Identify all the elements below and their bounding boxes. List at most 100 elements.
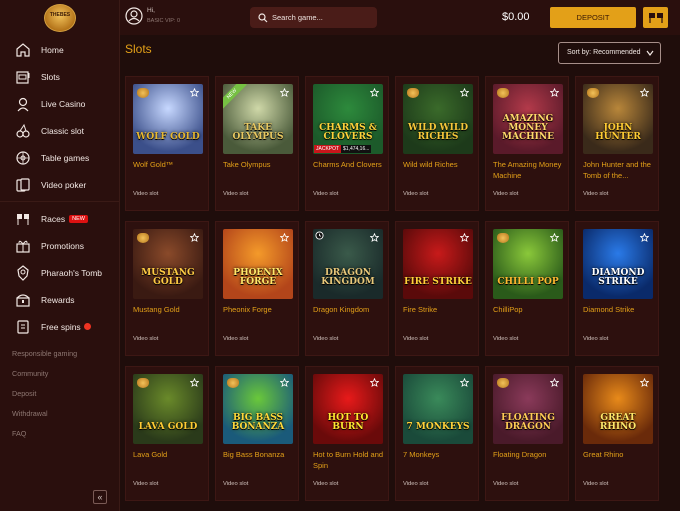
game-thumbnail[interactable]: AMAZING MONEY MACHINE [493, 84, 563, 154]
game-thumbnail[interactable]: TAKE OLYMPUS NEW [223, 84, 293, 154]
nav-item-slots[interactable]: Slots [0, 63, 120, 90]
game-title[interactable]: Floating Dragon [493, 449, 567, 460]
game-thumbnail[interactable]: CHILLI POP [493, 229, 563, 299]
game-thumbnail[interactable]: GREAT RHINO [583, 374, 653, 444]
favorite-star-icon[interactable] [370, 88, 379, 97]
favorite-star-icon[interactable] [190, 233, 199, 242]
user-icon[interactable] [125, 7, 143, 25]
game-title[interactable]: Mustang Gold [133, 304, 207, 315]
game-title[interactable]: Wolf Gold™ [133, 159, 207, 170]
favorite-star-icon[interactable] [640, 378, 649, 387]
game-thumbnail[interactable]: DRAGON KINGDOM [313, 229, 383, 299]
game-card[interactable]: 7 MONKEYS 7 Monkeys Video slot [395, 366, 479, 501]
favorite-star-icon[interactable] [280, 88, 289, 97]
game-title[interactable]: John Hunter and the Tomb of the... [583, 159, 657, 181]
nav-item-races[interactable]: Races NEW [0, 205, 120, 232]
favorite-star-icon[interactable] [640, 88, 649, 97]
game-card[interactable]: TAKE OLYMPUS NEW Take Olympus Video slot [215, 76, 299, 211]
roulette-icon [16, 150, 30, 165]
nav-item-promotions[interactable]: Promotions [0, 232, 120, 259]
game-thumbnail[interactable]: WILD WILD RICHES [403, 84, 473, 154]
link-faq[interactable]: FAQ [12, 426, 77, 446]
favorite-star-icon[interactable] [280, 378, 289, 387]
game-title[interactable]: Big Bass Bonanza [223, 449, 297, 460]
game-thumbnail[interactable]: PHOENIX FORGE [223, 229, 293, 299]
favorite-star-icon[interactable] [460, 88, 469, 97]
search-box[interactable] [250, 7, 377, 28]
nav-item-pharaohs-tomb[interactable]: Pharaoh's Tomb [0, 259, 120, 286]
game-card[interactable]: AMAZING MONEY MACHINE The Amazing Money … [485, 76, 569, 211]
nav-item-video-poker[interactable]: Video poker [0, 171, 120, 198]
link-deposit[interactable]: Deposit [12, 386, 77, 406]
sort-dropdown[interactable]: Sort by: Recommended [558, 42, 661, 64]
game-thumbnail[interactable]: WOLF GOLD [133, 84, 203, 154]
game-card[interactable]: MUSTANG GOLD Mustang Gold Video slot [125, 221, 209, 356]
game-card[interactable]: LAVA GOLD Lava Gold Video slot [125, 366, 209, 501]
game-title[interactable]: Wild wild Riches [403, 159, 477, 170]
game-card[interactable]: JOHN HUNTER John Hunter and the Tomb of … [575, 76, 659, 211]
favorite-star-icon[interactable] [550, 378, 559, 387]
logo[interactable] [44, 4, 76, 32]
link-responsible-gaming[interactable]: Responsible gaming [12, 346, 77, 366]
favorite-star-icon[interactable] [460, 233, 469, 242]
game-thumbnail[interactable]: MUSTANG GOLD [133, 229, 203, 299]
nav-item-live-casino[interactable]: Live Casino [0, 90, 120, 117]
game-thumbnail[interactable]: FLOATING DRAGON [493, 374, 563, 444]
game-card[interactable]: PHOENIX FORGE Pheonix Forge Video slot [215, 221, 299, 356]
game-thumbnail[interactable]: LAVA GOLD [133, 374, 203, 444]
link-community[interactable]: Community [12, 366, 77, 386]
game-thumbnail[interactable]: HOT TO BURN [313, 374, 383, 444]
game-title[interactable]: Pheonix Forge [223, 304, 297, 315]
game-title[interactable]: Dragon Kingdom [313, 304, 387, 315]
nav-item-home[interactable]: Home [0, 36, 120, 63]
game-card[interactable]: CHARMS & CLOVERS JACKPOT $1,474,16... Cha… [305, 76, 389, 211]
favorite-star-icon[interactable] [190, 378, 199, 387]
game-title[interactable]: ChilliPop [493, 304, 567, 315]
game-card[interactable]: DIAMOND STRIKE Diamond Strike Video slot [575, 221, 659, 356]
favorite-star-icon[interactable] [370, 233, 379, 242]
races-button[interactable] [643, 7, 668, 28]
game-title[interactable]: The Amazing Money Machine [493, 159, 567, 181]
search-input[interactable] [272, 13, 372, 22]
game-title[interactable]: Fire Strike [403, 304, 477, 315]
game-title[interactable]: Great Rhino [583, 449, 657, 460]
game-card[interactable]: FIRE STRIKE Fire Strike Video slot [395, 221, 479, 356]
game-card[interactable]: WILD WILD RICHES Wild wild Riches Video … [395, 76, 479, 211]
game-title[interactable]: Take Olympus [223, 159, 297, 170]
game-card[interactable]: FLOATING DRAGON Floating Dragon Video sl… [485, 366, 569, 501]
favorite-star-icon[interactable] [460, 378, 469, 387]
nav-item-table-games[interactable]: Table games [0, 144, 120, 171]
chevron-down-icon [646, 50, 654, 56]
game-title[interactable]: Charms And Clovers [313, 159, 387, 170]
favorite-star-icon[interactable] [280, 233, 289, 242]
game-card[interactable]: DRAGON KINGDOM Dragon Kingdom Video slot [305, 221, 389, 356]
deposit-button[interactable]: DEPOSIT [550, 7, 636, 28]
game-thumbnail[interactable]: DIAMOND STRIKE [583, 229, 653, 299]
nav-item-free-spins[interactable]: Free spins [0, 313, 120, 340]
game-thumbnail[interactable]: FIRE STRIKE [403, 229, 473, 299]
game-thumbnail[interactable]: JOHN HUNTER [583, 84, 653, 154]
game-thumbnail[interactable]: CHARMS & CLOVERS JACKPOT $1,474,16... [313, 84, 383, 154]
favorite-star-icon[interactable] [370, 378, 379, 387]
game-card[interactable]: HOT TO BURN Hot to Burn Hold and Spin Vi… [305, 366, 389, 501]
game-title[interactable]: Lava Gold [133, 449, 207, 460]
game-card[interactable]: WOLF GOLD Wolf Gold™ Video slot [125, 76, 209, 211]
game-title[interactable]: Hot to Burn Hold and Spin [313, 449, 387, 471]
favorite-star-icon[interactable] [550, 233, 559, 242]
nav-item-rewards[interactable]: Rewards [0, 286, 120, 313]
collapse-sidebar-button[interactable]: « [93, 490, 107, 504]
link-withdrawal[interactable]: Withdrawal [12, 406, 77, 426]
game-type: Video slot [493, 191, 519, 197]
game-thumbnail[interactable]: 7 MONKEYS [403, 374, 473, 444]
favorite-star-icon[interactable] [640, 233, 649, 242]
favorite-star-icon[interactable] [550, 88, 559, 97]
game-card[interactable]: CHILLI POP ChilliPop Video slot [485, 221, 569, 356]
nav-item-classic-slot[interactable]: Classic slot [0, 117, 120, 144]
game-thumbnail[interactable]: BIG BASS BONANZA [223, 374, 293, 444]
game-title[interactable]: 7 Monkeys [403, 449, 477, 460]
top-bar: Hi, BASIC VIP: 0 $0.00 DEPOSIT [120, 0, 680, 35]
game-title[interactable]: Diamond Strike [583, 304, 657, 315]
favorite-star-icon[interactable] [190, 88, 199, 97]
game-card[interactable]: BIG BASS BONANZA Big Bass Bonanza Video … [215, 366, 299, 501]
game-card[interactable]: GREAT RHINO Great Rhino Video slot [575, 366, 659, 501]
